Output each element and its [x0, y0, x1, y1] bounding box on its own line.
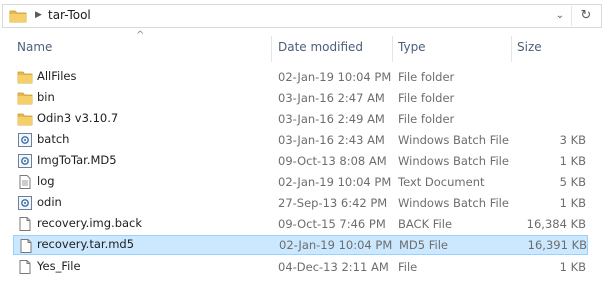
file-size: 1 KB	[559, 196, 586, 210]
address-path[interactable]: tar-Tool	[48, 8, 91, 22]
batch-file-icon	[17, 132, 33, 148]
file-size: 3 KB	[559, 133, 586, 147]
address-divider	[571, 6, 572, 26]
file-type: File folder	[398, 112, 455, 126]
file-date: 03-Jan-16 2:43 AM	[278, 133, 385, 147]
file-date: 03-Jan-16 2:49 AM	[278, 112, 385, 126]
file-row-bin[interactable]: bin 03-Jan-16 2:47 AM File folder	[13, 88, 588, 108]
file-date: 27-Sep-13 6:42 PM	[278, 196, 388, 210]
file-size: 1 KB	[559, 154, 586, 168]
folder-icon	[17, 111, 33, 127]
file-name: AllFiles	[37, 69, 77, 83]
file-row-batch[interactable]: batch 03-Jan-16 2:43 AM Windows Batch Fi…	[13, 130, 588, 150]
file-row-yes-file[interactable]: Yes_File 04-Dec-13 2:11 AM File 1 KB	[13, 257, 588, 277]
file-name: recovery.img.back	[37, 216, 143, 230]
column-divider[interactable]	[511, 36, 512, 62]
file-type: Text Document	[398, 175, 485, 189]
file-type: File folder	[398, 70, 455, 84]
column-name[interactable]: Name	[17, 40, 52, 54]
address-bar[interactable]: ▶ tar-Tool ⌄ ↻	[2, 4, 602, 28]
file-name: odin	[37, 195, 62, 209]
file-date: 02-Jan-19 10:04 PM	[279, 238, 393, 252]
file-name: bin	[37, 90, 55, 104]
file-type: File	[398, 260, 418, 274]
folder-icon	[17, 69, 33, 85]
column-type[interactable]: Type	[398, 40, 426, 54]
file-size: 5 KB	[559, 175, 586, 189]
chevron-right-icon[interactable]: ▶	[35, 10, 42, 20]
file-type: MD5 File	[399, 238, 448, 252]
file-name: batch	[37, 132, 70, 146]
batch-file-icon	[17, 195, 33, 211]
file-type: Windows Batch File	[398, 154, 509, 168]
file-row-recovery-tar-md5[interactable]: recovery.tar.md5 02-Jan-19 10:04 PM MD5 …	[13, 235, 588, 255]
file-date: 09-Oct-13 8:08 AM	[278, 154, 387, 168]
column-size[interactable]: Size	[517, 40, 542, 54]
file-name: ImgToTar.MD5	[37, 153, 117, 167]
file-date: 09-Oct-15 7:46 PM	[278, 217, 386, 231]
file-name: Yes_File	[37, 259, 81, 273]
chevron-down-icon[interactable]: ⌄	[551, 7, 569, 25]
column-divider[interactable]	[271, 36, 272, 62]
blank-file-icon	[17, 216, 33, 232]
file-date: 04-Dec-13 2:11 AM	[278, 260, 389, 274]
file-size: 16,384 KB	[526, 217, 586, 231]
column-date-modified[interactable]: Date modified	[278, 40, 363, 54]
file-date: 02-Jan-19 10:04 PM	[278, 70, 392, 84]
file-row-odin3[interactable]: Odin3 v3.10.7 03-Jan-16 2:49 AM File fol…	[13, 109, 588, 129]
blank-file-icon	[18, 238, 34, 254]
file-type: Windows Batch File	[398, 196, 509, 210]
batch-file-icon	[17, 153, 33, 169]
file-type: Windows Batch File	[398, 133, 509, 147]
file-date: 02-Jan-19 10:04 PM	[278, 175, 392, 189]
file-size: 1 KB	[559, 260, 586, 274]
blank-file-icon	[17, 259, 33, 275]
file-row-allfiles[interactable]: AllFiles 02-Jan-19 10:04 PM File folder	[13, 67, 588, 87]
refresh-icon[interactable]: ↻	[577, 7, 595, 25]
folder-icon	[17, 90, 33, 106]
file-type: File folder	[398, 91, 455, 105]
file-row-imgtotar[interactable]: ImgToTar.MD5 09-Oct-13 8:08 AM Windows B…	[13, 151, 588, 171]
sort-ascending-icon: ^	[136, 30, 145, 41]
file-row-odin[interactable]: odin 27-Sep-13 6:42 PM Windows Batch Fil…	[13, 193, 588, 213]
text-document-icon	[17, 174, 33, 190]
file-type: BACK File	[398, 217, 453, 231]
file-name: recovery.tar.md5	[37, 237, 135, 251]
column-header: ^ Name Date modified Type Size	[0, 30, 606, 64]
column-divider[interactable]	[392, 36, 393, 62]
file-row-log[interactable]: log 02-Jan-19 10:04 PM Text Document 5 K…	[13, 172, 588, 192]
file-row-recovery-img-back[interactable]: recovery.img.back 09-Oct-15 7:46 PM BACK…	[13, 214, 588, 234]
file-name: Odin3 v3.10.7	[37, 111, 119, 125]
file-name: log	[37, 174, 55, 188]
folder-icon	[9, 9, 27, 26]
file-size: 16,391 KB	[527, 238, 587, 252]
file-date: 03-Jan-16 2:47 AM	[278, 91, 385, 105]
